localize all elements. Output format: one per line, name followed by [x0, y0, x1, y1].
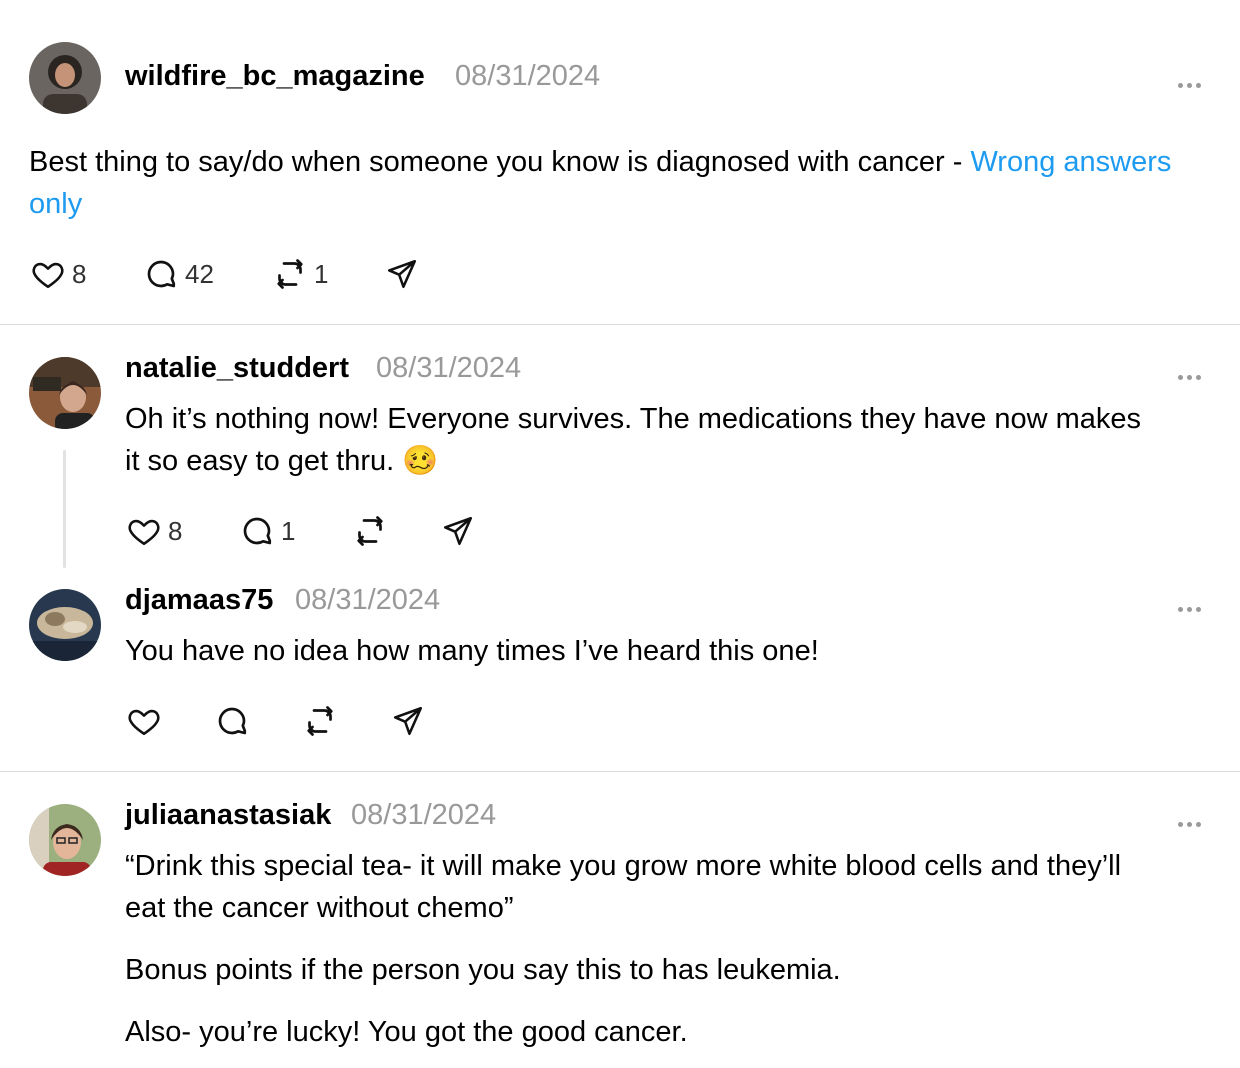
heart-icon: [32, 262, 64, 289]
reply-text-line: it so easy to get thru. 🥴: [125, 445, 439, 477]
post-text-body: Best thing to say/do when someone you kn…: [29, 146, 971, 178]
username[interactable]: juliaanastasiak: [125, 799, 331, 832]
repost-arrows-icon: [357, 516, 383, 546]
post-date[interactable]: 08/31/2024: [295, 584, 440, 617]
post-date[interactable]: 08/31/2024: [455, 60, 600, 93]
divider: [0, 324, 1240, 325]
reply-text: “Drink this special tea- it will make yo…: [125, 845, 1225, 929]
like-button[interactable]: 8: [126, 511, 182, 551]
more-options-icon[interactable]: [1178, 599, 1206, 612]
heart-icon: [128, 519, 160, 546]
share-button[interactable]: [385, 254, 419, 294]
more-options-icon[interactable]: [1178, 814, 1206, 827]
repost-button[interactable]: [352, 511, 388, 551]
speech-bubble-icon: [243, 517, 272, 545]
post-text: Best thing to say/do when someone you kn…: [29, 141, 1209, 225]
reply-text: You have no idea how many times I’ve hea…: [125, 635, 819, 667]
reply-button[interactable]: 1: [239, 511, 295, 551]
divider: [0, 771, 1240, 772]
avatar[interactable]: [29, 589, 101, 661]
heart-icon: [128, 709, 160, 736]
like-count: 8: [168, 515, 183, 546]
thread-line: [63, 450, 66, 568]
post-date[interactable]: 08/31/2024: [376, 352, 521, 385]
like-count: 8: [72, 258, 87, 289]
post-date[interactable]: 08/31/2024: [351, 799, 496, 832]
reply-button[interactable]: 42: [143, 254, 214, 294]
more-options-icon[interactable]: [1178, 367, 1206, 380]
avatar[interactable]: [29, 42, 101, 114]
paper-plane-icon: [393, 706, 423, 736]
paper-plane-icon: [387, 259, 417, 289]
reply-paragraph: Also- you’re lucky! You got the good can…: [125, 1016, 688, 1048]
reply-text-line: “Drink this special tea- it will make yo…: [125, 850, 1122, 882]
reply-count: 1: [281, 515, 296, 546]
more-options-icon[interactable]: [1178, 75, 1206, 88]
paper-plane-icon: [443, 516, 473, 546]
repost-arrows-icon: [307, 706, 333, 736]
username[interactable]: wildfire_bc_magazine: [125, 60, 425, 93]
repost-button[interactable]: [302, 701, 338, 741]
reply-text-line: eat the cancer without chemo”: [125, 892, 514, 924]
like-button[interactable]: 8: [30, 254, 86, 294]
avatar[interactable]: [29, 357, 101, 429]
repost-count: 1: [314, 258, 329, 289]
share-button[interactable]: [391, 701, 425, 741]
like-button[interactable]: [126, 701, 162, 741]
avatar[interactable]: [29, 804, 101, 876]
share-button[interactable]: [441, 511, 475, 551]
reply-text-line: Oh it’s nothing now! Everyone survives. …: [125, 403, 1142, 435]
reply-count: 42: [185, 258, 214, 289]
reply-text: Oh it’s nothing now! Everyone survives. …: [125, 398, 1225, 482]
reply-paragraph: Bonus points if the person you say this …: [125, 954, 841, 986]
repost-button[interactable]: 1: [272, 254, 328, 294]
reply-button[interactable]: [214, 701, 250, 741]
repost-arrows-icon: [277, 259, 303, 289]
speech-bubble-icon: [147, 260, 176, 288]
speech-bubble-icon: [218, 707, 247, 735]
username[interactable]: djamaas75: [125, 584, 273, 617]
username[interactable]: natalie_studdert: [125, 352, 349, 385]
